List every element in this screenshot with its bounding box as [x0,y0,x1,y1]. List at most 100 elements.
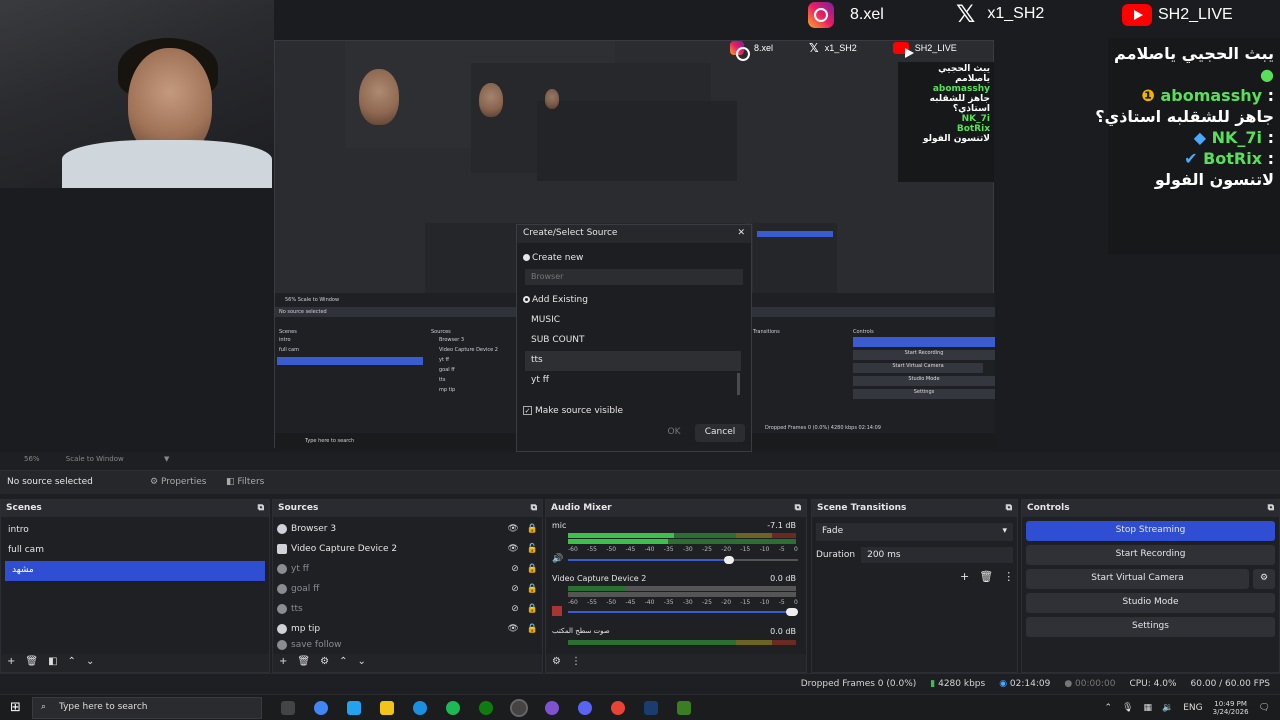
list-item[interactable]: tts [525,351,741,371]
transition-select[interactable]: Fade ▾ [816,523,1013,541]
cancel-button[interactable]: Cancel [695,424,745,442]
source-item[interactable]: mp tip 👁 🔒 [273,619,542,639]
filters-button[interactable]: ◧ Filters [226,477,264,487]
lock-icon[interactable]: 🔒 [527,624,538,634]
dock-menu-icon[interactable]: ⧉ [1006,503,1012,514]
source-item[interactable]: save follow [273,639,542,651]
source-item[interactable]: tts ⊘ 🔒 [273,599,542,619]
lock-icon[interactable]: 🔒 [527,524,538,534]
source-item[interactable]: goal ff ⊘ 🔒 [273,579,542,599]
eye-off-icon[interactable]: ⊘ [511,584,519,594]
scene-item[interactable]: intro [1,521,269,541]
properties-button[interactable]: ⚙ Properties [150,477,206,487]
chevron-up-icon[interactable]: ⌃ [339,656,347,670]
dock-menu-icon[interactable]: ⧉ [531,503,537,514]
studio-mode-button[interactable]: Studio Mode [1026,593,1275,613]
chevron-down-icon[interactable]: ⌄ [86,656,94,670]
eye-icon[interactable]: 👁 [507,624,518,634]
network-icon[interactable]: ▦ [1144,703,1153,713]
existing-sources-list[interactable]: MUSIC SUB COUNT tts yt ff [525,311,741,395]
create-new-radio[interactable]: Create new [523,253,583,263]
list-item[interactable]: MUSIC [525,311,741,331]
chevron-up-icon[interactable]: ⌃ [68,656,76,670]
source-name-input[interactable]: Browser [525,269,743,285]
chevron-down-icon[interactable]: ⌄ [357,656,365,670]
trash-icon[interactable]: 🗑 [25,656,38,670]
eye-icon[interactable]: 👁 [507,544,518,554]
duration-input[interactable]: 200 ms [861,547,1013,563]
discord-icon[interactable] [545,700,559,715]
notification-icon[interactable]: 🗨 [1259,703,1270,713]
volume-slider[interactable] [568,608,798,616]
source-item[interactable]: Browser 3 👁 🔒 [273,519,542,539]
list-scrollbar[interactable] [737,373,740,395]
scale-to-window[interactable]: Scale to Window [66,455,124,463]
gear-icon[interactable]: ⚙ [552,656,561,670]
start-virtual-camera-button[interactable]: Start Virtual Camera [1026,569,1249,589]
make-visible-checkbox[interactable]: ✓ Make source visible [523,406,623,416]
eye-off-icon[interactable]: ⊘ [511,604,519,614]
xbox-icon[interactable] [479,700,493,715]
scene-item[interactable]: full cam [1,541,269,561]
ok-button[interactable]: OK [649,424,699,442]
preview-canvas[interactable]: 56% Scale to Window No source selected S… [0,0,1280,452]
source-item[interactable]: yt ff ⊘ 🔒 [273,559,542,579]
add-icon[interactable]: + [960,570,969,583]
preview-zoom-bar: 56% Scale to Window ▼ [0,452,1280,468]
mic-icon[interactable]: 🎙 [1122,703,1133,713]
dock-title: Scene Transitions [817,503,907,513]
clock[interactable]: 10:49 PM 3/24/2026 [1213,700,1249,716]
trash-icon[interactable]: 🗑 [979,570,993,583]
stop-streaming-button[interactable]: Stop Streaming [1026,521,1275,541]
speaker-icon[interactable]: 🔊 [552,554,563,564]
source-item[interactable]: Video Capture Device 2 👁 🔓 [273,539,542,559]
scene-item[interactable]: مشهد [5,561,265,581]
eye-icon[interactable]: 👁 [507,524,518,534]
gear-icon[interactable]: ⚙ [320,656,329,670]
add-icon[interactable]: + [7,656,15,670]
filter-icon[interactable]: ◧ [48,656,57,670]
steam-icon[interactable] [644,700,658,715]
chevron-down-icon[interactable]: ▼ [164,455,169,463]
dock-menu-icon[interactable]: ⧉ [1268,503,1274,514]
volume-icon[interactable]: 🔉 [1162,703,1173,713]
list-item[interactable]: SUB COUNT [525,331,741,351]
add-icon[interactable]: + [279,656,287,670]
app-icon[interactable] [677,700,691,715]
source-label: goal ff [291,584,320,594]
mute-icon[interactable] [552,606,562,616]
volume-slider[interactable] [568,556,798,564]
settings-button[interactable]: Settings [1026,617,1275,637]
dock-menu-icon[interactable]: ⧉ [258,503,264,514]
obs-icon[interactable] [510,698,528,717]
instagram-handle: 8.xel [850,6,884,23]
unlock-icon[interactable]: 🔓 [527,544,538,554]
more-icon[interactable]: ⋮ [1003,570,1014,583]
task-view-icon[interactable] [281,700,295,715]
file-explorer-icon[interactable] [380,700,394,715]
chevron-up-icon[interactable]: ⌃ [1105,703,1113,713]
add-existing-radio[interactable]: Add Existing [523,295,588,305]
chrome-icon[interactable] [314,700,328,715]
lock-icon[interactable]: 🔒 [527,564,538,574]
more-icon[interactable]: ⋮ [571,656,581,670]
lock-icon[interactable]: 🔒 [527,604,538,614]
eye-off-icon[interactable]: ⊘ [511,564,519,574]
discord-icon[interactable] [578,700,592,715]
lock-icon[interactable]: 🔒 [527,584,538,594]
list-item[interactable]: yt ff [525,371,741,391]
play-store-icon[interactable] [347,700,361,715]
start-recording-button[interactable]: Start Recording [1026,545,1275,565]
windows-start-icon[interactable]: ⊞ [10,700,21,715]
chrome-icon[interactable] [611,700,625,715]
gear-icon[interactable]: ⚙ [1253,569,1275,589]
zoom-level[interactable]: 56% [24,455,40,463]
taskbar-search[interactable]: ⌕ Type here to search [32,696,262,719]
close-icon[interactable]: ✕ [737,228,745,240]
dock-menu-icon[interactable]: ⧉ [795,503,801,514]
instagram-icon [808,2,834,28]
language-indicator[interactable]: ENG [1183,703,1202,713]
spotify-icon[interactable] [446,700,460,715]
trash-icon[interactable]: 🗑 [297,656,310,670]
edge-icon[interactable] [413,700,427,715]
